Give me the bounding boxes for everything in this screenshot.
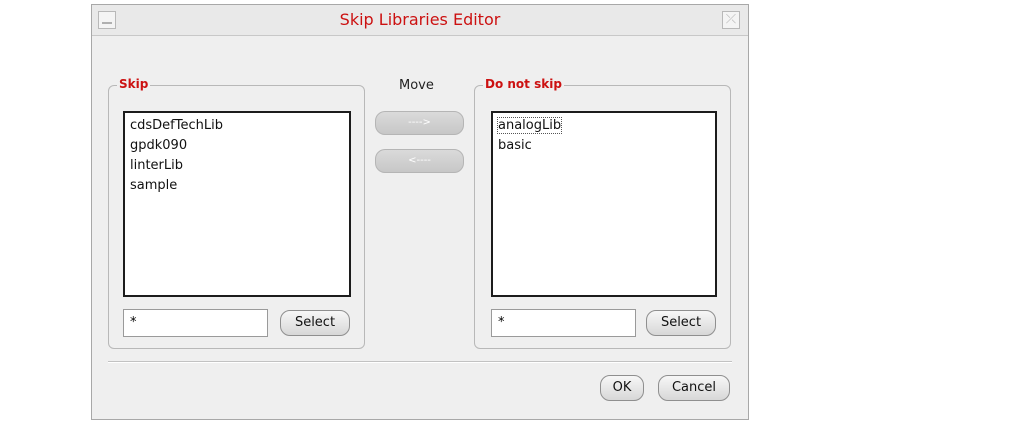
separator: [108, 361, 732, 363]
window-title: Skip Libraries Editor: [339, 10, 501, 29]
close-icon[interactable]: ⤫: [722, 11, 740, 29]
cancel-button[interactable]: Cancel: [658, 375, 730, 401]
skip-libraries-editor-dialog: Skip Libraries Editor ⤫ Skip cdsDefTechL…: [91, 4, 749, 420]
title-bar[interactable]: Skip Libraries Editor ⤫: [92, 5, 748, 36]
list-item[interactable]: analogLib: [496, 116, 711, 136]
do-not-skip-group: Do not skip analogLib basic * Select: [474, 77, 731, 349]
skip-group-label: Skip: [117, 77, 151, 91]
list-item-label: analogLib: [496, 117, 563, 134]
skip-list[interactable]: cdsDefTechLib gpdk090 linterLib sample: [123, 111, 351, 297]
skip-select-button[interactable]: Select: [280, 310, 350, 336]
list-item[interactable]: sample: [129, 176, 345, 196]
list-item[interactable]: gpdk090: [129, 136, 345, 156]
move-label: Move: [399, 78, 434, 93]
do-not-skip-group-label: Do not skip: [483, 77, 564, 91]
skip-filter-input[interactable]: *: [123, 309, 268, 337]
do-not-skip-select-button[interactable]: Select: [646, 310, 716, 336]
move-to-skip-button[interactable]: <----: [375, 149, 464, 173]
move-to-do-not-skip-button[interactable]: ---->: [375, 111, 464, 135]
list-item[interactable]: basic: [497, 136, 711, 156]
do-not-skip-list[interactable]: analogLib basic: [491, 111, 717, 297]
list-item[interactable]: cdsDefTechLib: [129, 116, 345, 136]
list-item[interactable]: linterLib: [129, 156, 345, 176]
do-not-skip-filter-input[interactable]: *: [491, 309, 636, 337]
ok-button[interactable]: OK: [600, 375, 644, 401]
skip-group: Skip cdsDefTechLib gpdk090 linterLib sam…: [108, 77, 365, 349]
